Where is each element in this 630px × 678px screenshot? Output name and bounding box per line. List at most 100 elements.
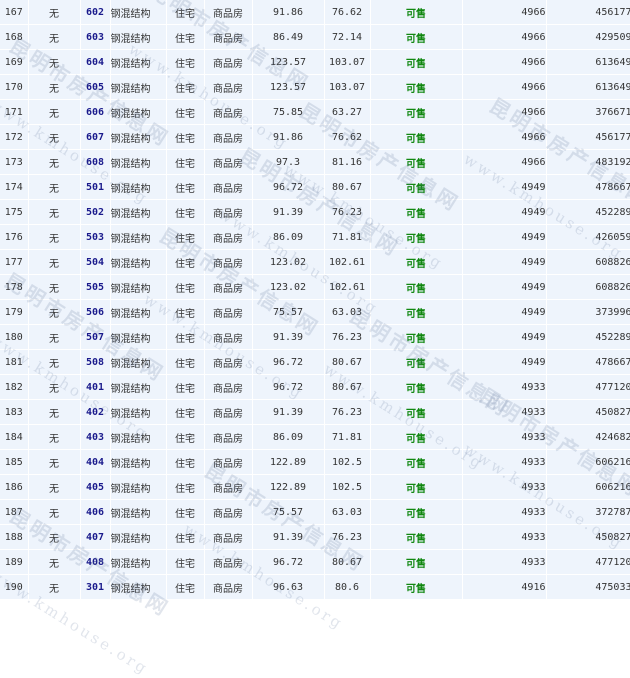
sale-status-cell: 可售 xyxy=(370,424,463,450)
sale-status-cell: 可售 xyxy=(370,49,463,75)
unit-price-cell: 4966 xyxy=(462,24,547,50)
room-number-link[interactable]: 505 xyxy=(80,274,111,300)
usage-cell: 住宅 xyxy=(166,0,205,25)
total-price-cell: 424682 xyxy=(546,424,630,450)
mortgage-flag: 无 xyxy=(28,499,81,525)
sale-status-cell: 可售 xyxy=(370,499,463,525)
building-area-cell: 91.39 xyxy=(252,399,325,425)
room-number-link[interactable]: 501 xyxy=(80,174,111,200)
sale-status-cell: 可售 xyxy=(370,524,463,550)
row-number: 187 xyxy=(0,499,29,525)
building-area-cell: 86.49 xyxy=(252,24,325,50)
sale-status-cell: 可售 xyxy=(370,399,463,425)
row-number: 176 xyxy=(0,224,29,250)
housing-type-cell: 商品房 xyxy=(204,374,253,400)
mortgage-flag: 无 xyxy=(28,199,81,225)
mortgage-flag: 无 xyxy=(28,299,81,325)
housing-type-cell: 商品房 xyxy=(204,124,253,150)
inner-area-cell: 63.03 xyxy=(324,499,371,525)
usage-cell: 住宅 xyxy=(166,424,205,450)
room-number-link[interactable]: 403 xyxy=(80,424,111,450)
inner-area-cell: 80.67 xyxy=(324,374,371,400)
sale-status-cell: 可售 xyxy=(370,149,463,175)
mortgage-flag: 无 xyxy=(28,374,81,400)
building-area-cell: 123.57 xyxy=(252,74,325,100)
room-number-link[interactable]: 502 xyxy=(80,199,111,225)
housing-type-cell: 商品房 xyxy=(204,249,253,275)
sale-status-cell: 可售 xyxy=(370,549,463,575)
table-row: 181 无 508 钢混结构 住宅 商品房 96.72 80.67 可售 4949 478667 xyxy=(0,349,630,375)
usage-cell: 住宅 xyxy=(166,349,205,375)
row-number: 172 xyxy=(0,124,29,150)
room-number-link[interactable]: 504 xyxy=(80,249,111,275)
mortgage-flag: 无 xyxy=(28,49,81,75)
usage-cell: 住宅 xyxy=(166,299,205,325)
housing-type-cell: 商品房 xyxy=(204,199,253,225)
usage-cell: 住宅 xyxy=(166,124,205,150)
room-number-link[interactable]: 605 xyxy=(80,74,111,100)
mortgage-flag: 无 xyxy=(28,399,81,425)
unit-price-cell: 4966 xyxy=(462,74,547,100)
sale-status-cell: 可售 xyxy=(370,374,463,400)
usage-cell: 住宅 xyxy=(166,24,205,50)
room-number-link[interactable]: 604 xyxy=(80,49,111,75)
total-price-cell: 483192 xyxy=(546,149,630,175)
table-row: 179 无 506 钢混结构 住宅 商品房 75.57 63.03 可售 4949 373996 xyxy=(0,299,630,325)
mortgage-flag: 无 xyxy=(28,249,81,275)
usage-cell: 住宅 xyxy=(166,149,205,175)
room-number-link[interactable]: 408 xyxy=(80,549,111,575)
unit-price-cell: 4949 xyxy=(462,349,547,375)
structure-cell: 钢混结构 xyxy=(110,424,167,450)
sale-status-cell: 可售 xyxy=(370,349,463,375)
room-number-link[interactable]: 606 xyxy=(80,99,111,125)
building-area-cell: 122.89 xyxy=(252,474,325,500)
usage-cell: 住宅 xyxy=(166,249,205,275)
room-number-link[interactable]: 607 xyxy=(80,124,111,150)
structure-cell: 钢混结构 xyxy=(110,474,167,500)
row-number: 189 xyxy=(0,549,29,575)
table-row: 188 无 407 钢混结构 住宅 商品房 91.39 76.23 可售 4933 450827 xyxy=(0,524,630,550)
total-price-cell: 608826 xyxy=(546,249,630,275)
housing-type-cell: 商品房 xyxy=(204,149,253,175)
structure-cell: 钢混结构 xyxy=(110,374,167,400)
room-number-link[interactable]: 506 xyxy=(80,299,111,325)
structure-cell: 钢混结构 xyxy=(110,174,167,200)
table-row: 176 无 503 钢混结构 住宅 商品房 86.09 71.81 可售 4949 426059 xyxy=(0,224,630,250)
sale-status-cell: 可售 xyxy=(370,174,463,200)
inner-area-cell: 76.23 xyxy=(324,399,371,425)
room-number-link[interactable]: 602 xyxy=(80,0,111,25)
mortgage-flag: 无 xyxy=(28,274,81,300)
room-number-link[interactable]: 301 xyxy=(80,574,111,600)
usage-cell: 住宅 xyxy=(166,224,205,250)
sale-status-cell: 可售 xyxy=(370,74,463,100)
room-number-link[interactable]: 405 xyxy=(80,474,111,500)
building-area-cell: 123.57 xyxy=(252,49,325,75)
table-row: 186 无 405 钢混结构 住宅 商品房 122.89 102.5 可售 4933 606216 xyxy=(0,474,630,500)
room-number-link[interactable]: 401 xyxy=(80,374,111,400)
room-number-link[interactable]: 507 xyxy=(80,324,111,350)
room-number-link[interactable]: 603 xyxy=(80,24,111,50)
row-number: 186 xyxy=(0,474,29,500)
room-number-link[interactable]: 508 xyxy=(80,349,111,375)
room-number-link[interactable]: 402 xyxy=(80,399,111,425)
usage-cell: 住宅 xyxy=(166,174,205,200)
unit-price-cell: 4949 xyxy=(462,199,547,225)
housing-type-cell: 商品房 xyxy=(204,0,253,25)
mortgage-flag: 无 xyxy=(28,24,81,50)
structure-cell: 钢混结构 xyxy=(110,24,167,50)
room-number-link[interactable]: 407 xyxy=(80,524,111,550)
mortgage-flag: 无 xyxy=(28,174,81,200)
room-number-link[interactable]: 608 xyxy=(80,149,111,175)
housing-type-cell: 商品房 xyxy=(204,499,253,525)
table-row: 183 无 402 钢混结构 住宅 商品房 91.39 76.23 可售 4933 450827 xyxy=(0,399,630,425)
room-number-link[interactable]: 406 xyxy=(80,499,111,525)
inner-area-cell: 102.5 xyxy=(324,474,371,500)
total-price-cell: 372787 xyxy=(546,499,630,525)
total-price-cell: 606216 xyxy=(546,449,630,475)
inner-area-cell: 76.62 xyxy=(324,124,371,150)
structure-cell: 钢混结构 xyxy=(110,499,167,525)
building-area-cell: 122.89 xyxy=(252,449,325,475)
room-number-link[interactable]: 503 xyxy=(80,224,111,250)
unit-price-cell: 4933 xyxy=(462,474,547,500)
room-number-link[interactable]: 404 xyxy=(80,449,111,475)
